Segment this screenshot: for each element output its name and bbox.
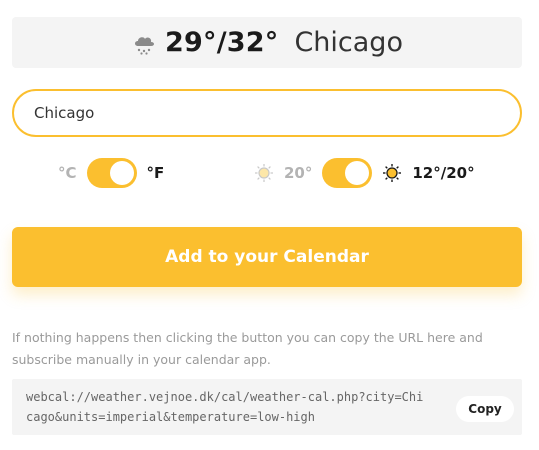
- city-search-input[interactable]: [12, 89, 522, 137]
- celsius-label: °C: [58, 164, 77, 182]
- fahrenheit-label: °F: [146, 164, 165, 182]
- subscribe-hint-text: If nothing happens then clicking the but…: [12, 330, 483, 367]
- units-switch-knob: [109, 161, 134, 185]
- temperature-switch[interactable]: [322, 158, 373, 188]
- sun-icon: [255, 164, 273, 182]
- current-city: Chicago: [294, 27, 403, 58]
- weather-header: 29°/32° Chicago: [12, 17, 522, 68]
- calendar-url[interactable]: webcal://weather.vejnoe.dk/cal/weather-c…: [26, 387, 426, 427]
- low-temperature-label: 20°: [284, 164, 313, 182]
- sun-icon: [383, 164, 402, 182]
- copy-url-button[interactable]: Copy: [456, 396, 514, 422]
- calendar-url-box: webcal://weather.vejnoe.dk/cal/weather-c…: [12, 379, 522, 435]
- units-switch[interactable]: [86, 158, 137, 188]
- temperature-toggle-group: 20° 12°/20°: [254, 156, 475, 190]
- units-toggle-group: °C °F: [58, 156, 164, 190]
- current-temperature: 29°/32°: [165, 27, 279, 58]
- cloud-snow-icon: [135, 36, 155, 55]
- high-low-temperature-label: 12°/20°: [412, 164, 475, 182]
- add-to-calendar-button[interactable]: Add to your Calendar: [12, 227, 522, 287]
- temperature-switch-knob: [345, 161, 370, 185]
